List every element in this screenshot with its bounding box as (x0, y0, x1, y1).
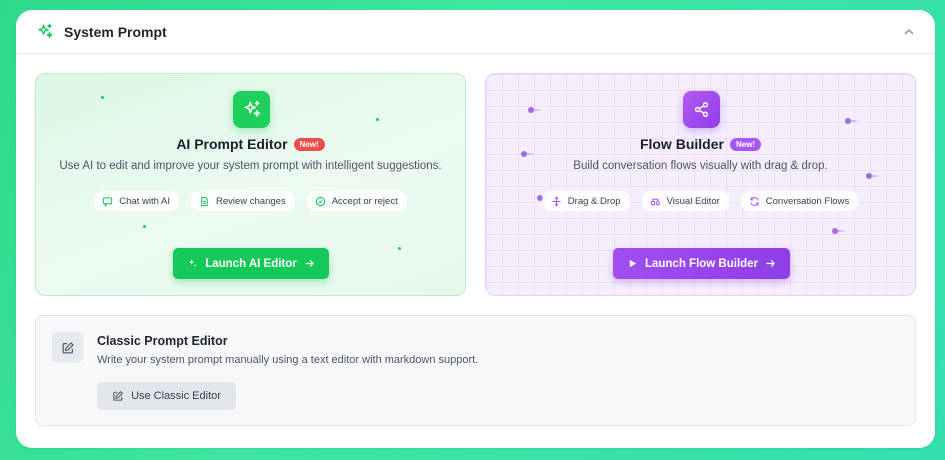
card-title-row: Flow Builder New! (486, 136, 915, 152)
panel-header[interactable]: System Prompt (16, 10, 935, 54)
decor-node (845, 118, 860, 124)
chip-label: Review changes (215, 195, 286, 207)
launch-ai-editor-button[interactable]: Launch AI Editor (173, 248, 329, 279)
chip-conversation-flows: Conversation Flows (739, 190, 860, 212)
edit-icon (52, 332, 83, 363)
decor-node (866, 173, 881, 179)
sparkles-icon (36, 23, 54, 41)
button-label: Launch Flow Builder (644, 257, 759, 270)
nodes-icon (650, 198, 660, 205)
edit-icon (113, 391, 123, 401)
button-label: Launch AI Editor (205, 257, 297, 270)
system-prompt-panel: System Prompt AI Prompt Editor New! Use … (16, 10, 935, 448)
document-icon (201, 196, 208, 206)
new-badge: New! (729, 137, 762, 151)
chip-chat-with-ai: Chat with AI (93, 190, 180, 212)
arrow-right-icon (305, 260, 314, 267)
card-title: Flow Builder (639, 136, 724, 152)
share-icon (683, 91, 720, 128)
chip-label: Drag & Drop (567, 195, 621, 207)
card-description: Use AI to edit and improve your system p… (59, 160, 442, 172)
chip-label: Chat with AI (119, 195, 170, 207)
new-badge: New! (293, 137, 325, 151)
chip-review-changes: Review changes (189, 190, 296, 212)
launch-flow-builder-button[interactable]: Launch Flow Builder (613, 248, 790, 279)
arrow-right-icon (766, 260, 775, 267)
chip-accept-or-reject: Accept or reject (305, 190, 408, 212)
button-label: Use Classic Editor (131, 390, 221, 402)
feature-chips: Drag & Drop Visual Editor Conversation F… (486, 190, 915, 212)
play-icon (629, 259, 637, 268)
ai-prompt-editor-card: AI Prompt Editor New! Use AI to edit and… (35, 73, 466, 296)
decor-node (528, 107, 543, 113)
drag-icon (552, 196, 561, 206)
decor-dot (376, 118, 379, 121)
decor-dot (101, 96, 104, 99)
chip-label: Visual Editor (666, 195, 720, 207)
chip-visual-editor: Visual Editor (640, 190, 730, 212)
chip-drag-and-drop: Drag & Drop (541, 190, 631, 212)
chip-label: Conversation Flows (765, 195, 850, 207)
page-title: System Prompt (64, 24, 167, 40)
chevron-up-icon[interactable] (901, 24, 917, 40)
classic-description: Write your system prompt manually using … (97, 354, 479, 366)
card-title-row: AI Prompt Editor New! (36, 136, 465, 152)
card-title: AI Prompt Editor (176, 136, 288, 152)
decor-dot (143, 225, 146, 228)
check-circle-icon (315, 196, 325, 206)
use-classic-editor-button[interactable]: Use Classic Editor (97, 382, 236, 410)
feature-chips: Chat with AI Review changes Accept or re… (36, 190, 465, 212)
chip-label: Accept or reject (331, 195, 398, 207)
decor-node (832, 228, 847, 234)
refresh-icon (750, 196, 759, 206)
classic-title: Classic Prompt Editor (97, 334, 228, 348)
chat-icon (103, 196, 113, 207)
card-description: Build conversation flows visually with d… (573, 160, 828, 172)
sparkles-icon (189, 259, 197, 267)
decor-dot (398, 247, 401, 250)
flow-builder-card: Flow Builder New! Build conversation flo… (485, 73, 916, 296)
classic-editor-section: Classic Prompt Editor Write your system … (35, 315, 916, 426)
sparkles-icon (233, 91, 270, 128)
